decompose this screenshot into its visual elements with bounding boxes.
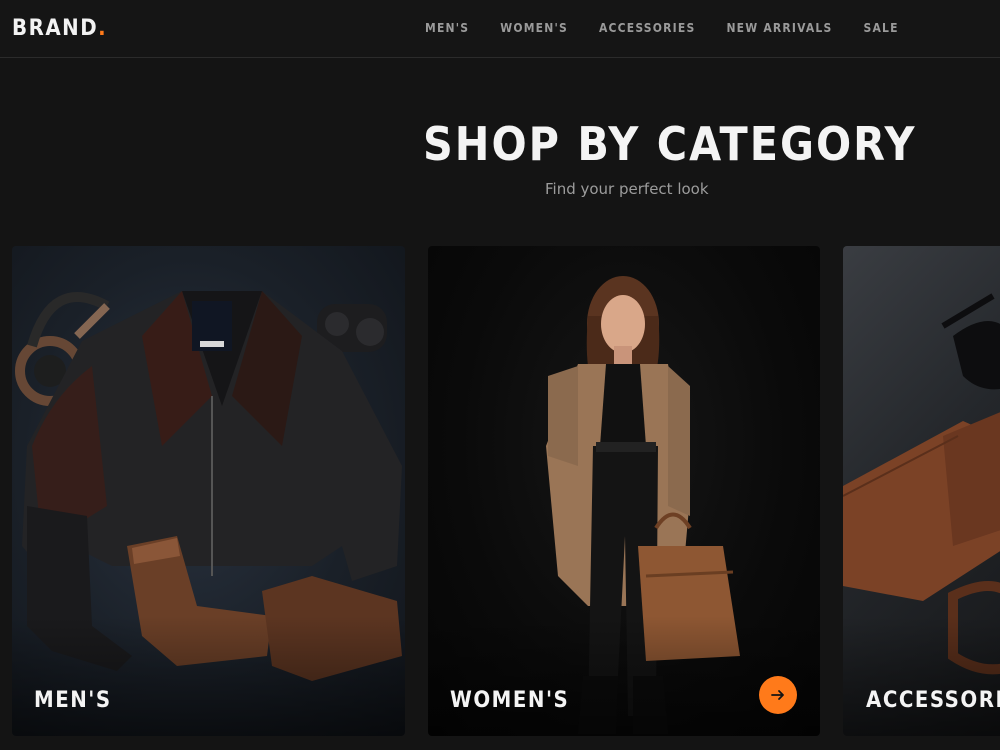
section-title: SHOP BY CATEGORY	[423, 117, 917, 171]
top-navigation-bar: BRAND. MEN'S WOMEN'S ACCESSORIES NEW ARR…	[0, 0, 1000, 58]
woman-figure-shape	[546, 276, 740, 734]
category-card-mens[interactable]: MEN'S	[12, 246, 405, 736]
sunglasses-shape	[941, 293, 1000, 390]
category-label-mens: MEN'S	[34, 688, 112, 713]
brand-dot: .	[98, 16, 108, 41]
main-nav: MEN'S WOMEN'S ACCESSORIES NEW ARRIVALS S…	[425, 20, 899, 38]
accessories-image	[843, 293, 1000, 675]
brand-logo[interactable]: BRAND.	[12, 16, 107, 42]
category-label-accessories: ACCESSORIES	[866, 688, 1000, 713]
nav-link-accessories[interactable]: ACCESSORIES	[599, 20, 695, 38]
nav-link-womens[interactable]: WOMEN'S	[500, 20, 568, 38]
woman-portrait-image	[546, 276, 740, 734]
leather-jacket-image	[15, 291, 402, 681]
category-label-womens: WOMEN'S	[450, 688, 570, 713]
section-subtitle: Find your perfect look	[545, 180, 709, 198]
nav-link-new-arrivals[interactable]: NEW ARRIVALS	[726, 20, 832, 38]
nav-link-mens[interactable]: MEN'S	[425, 20, 469, 38]
arrow-right-icon	[771, 690, 784, 700]
belt-shape	[948, 581, 1000, 675]
arrow-right-button[interactable]	[759, 676, 797, 714]
wallet-shape	[843, 412, 1000, 601]
nav-link-sale[interactable]: SALE	[863, 20, 898, 38]
category-card-accessories[interactable]: ACCESSORIES	[843, 246, 1000, 736]
brand-name: BRAND	[12, 16, 99, 41]
category-card-womens[interactable]: WOMEN'S	[428, 246, 820, 736]
